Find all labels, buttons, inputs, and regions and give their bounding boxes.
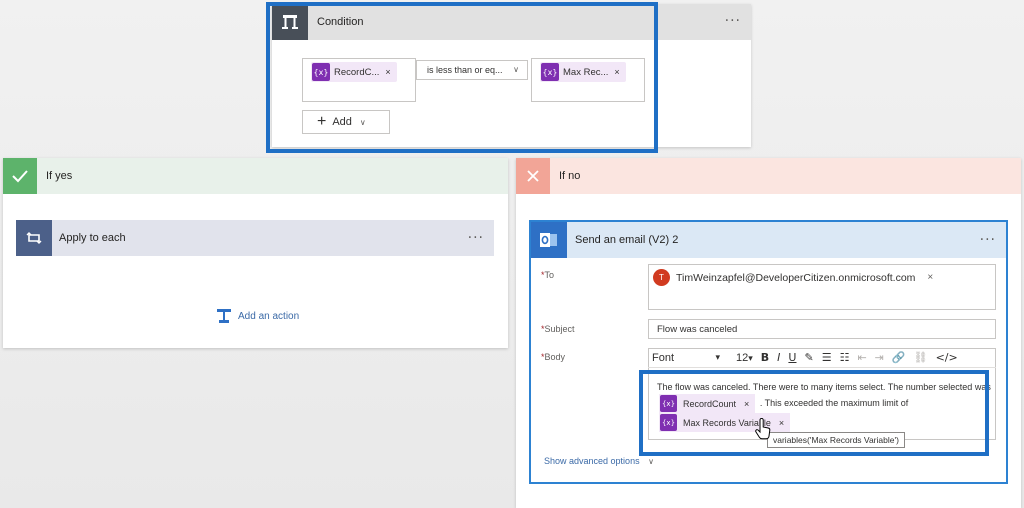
right-operand-field[interactable]: {x} Max Rec... × [531,58,645,102]
send-email-more-button[interactable]: ··· [980,233,996,247]
to-field[interactable]: T TimWeinzapfel@DeveloperCitizen.onmicro… [648,264,996,310]
body-label: *Body [541,352,566,362]
operator-value: is less than or eq... [427,65,503,75]
show-advanced-options-link[interactable]: Show advanced options ∨ [544,456,654,466]
underline-button[interactable]: U [788,351,796,364]
expression-icon: {x} [312,63,330,81]
add-action-link[interactable]: Add an action [215,308,299,324]
expression-icon: {x} [660,414,677,431]
recipient-remove-button[interactable]: × [927,272,933,283]
numbered-list-icon[interactable]: ☷ [840,351,850,364]
token-record-count[interactable]: {x} RecordC... × [311,62,397,82]
if-no-title: If no [559,170,581,182]
chevron-down-icon: ∨ [648,457,654,466]
if-no-header[interactable]: If no [516,158,1021,194]
apply-to-each-more-button[interactable]: ··· [468,231,484,245]
token-remove-button[interactable]: × [744,397,749,411]
unlink-icon[interactable]: ⛓ [914,351,928,364]
add-condition-button[interactable]: + Add ∨ [302,110,390,134]
pen-icon[interactable]: ✎ [804,351,813,364]
code-view-icon[interactable]: </> [936,351,958,364]
chevron-down-icon: ∨ [513,65,519,74]
indent-icon[interactable]: ⇥ [875,351,884,364]
loop-icon [16,220,52,256]
expression-icon: {x} [660,395,677,412]
plus-icon: + [317,113,327,130]
show-advanced-label: Show advanced options [544,456,640,466]
font-size-dropdown[interactable]: 12▾ [736,352,753,364]
if-yes-header[interactable]: If yes [3,158,508,194]
subject-label: *Subject [541,324,575,334]
hand-cursor-icon [755,418,771,440]
bullet-list-icon[interactable]: ☰ [822,351,832,364]
token-max-records[interactable]: {x} Max Rec... × [540,62,626,82]
body-text-1: The flow was canceled. There were to man… [657,382,991,392]
send-email-title: Send an email (V2) 2 [575,234,679,246]
check-icon [3,158,37,194]
token-label: RecordC... [334,66,380,78]
rich-text-toolbar: Font ▾ 12▾ B I U ✎ ☰ ☷ ⇤ ⇥ 🔗 ⛓ </> [648,348,996,368]
left-operand-field[interactable]: {x} RecordC... × [302,58,416,102]
token-remove-button[interactable]: × [614,67,619,77]
add-action-icon [217,309,231,323]
apply-to-each-title: Apply to each [59,232,126,244]
token-record-count[interactable]: {x} RecordCount × [659,394,756,413]
body-content[interactable]: The flow was canceled. There were to man… [657,380,997,432]
link-icon[interactable]: 🔗 [892,351,906,364]
recipient-chip[interactable]: T TimWeinzapfel@DeveloperCitizen.onmicro… [653,269,933,286]
token-label: Max Rec... [563,66,609,78]
if-yes-branch: If yes Apply to each ··· Add an action [3,158,508,348]
chevron-down-icon: ∨ [359,117,366,127]
condition-more-button[interactable]: ··· [725,14,741,28]
condition-card[interactable]: Condition ··· {x} RecordC... × is less t… [272,4,751,147]
outlook-icon [531,222,567,258]
x-icon [516,158,550,194]
bold-button[interactable]: B [761,351,769,364]
token-remove-button[interactable]: × [779,416,784,430]
subject-field[interactable]: Flow was canceled [648,319,996,339]
add-label: Add [332,116,352,128]
avatar: T [653,269,670,286]
add-action-label: Add an action [238,310,300,322]
condition-icon [272,4,308,40]
token-remove-button[interactable]: × [385,67,390,77]
send-email-header[interactable]: Send an email (V2) 2 ··· [531,222,1006,258]
font-dropdown[interactable]: Font ▾ [648,352,726,364]
operator-dropdown[interactable]: is less than or eq... ∨ [416,60,528,80]
outdent-icon[interactable]: ⇤ [857,351,866,364]
recipient-email: TimWeinzapfel@DeveloperCitizen.onmicroso… [676,271,916,284]
token-tooltip: variables('Max Records Variable') [767,432,905,448]
italic-button[interactable]: I [777,351,780,364]
condition-title: Condition [317,16,364,28]
if-yes-title: If yes [46,170,73,182]
to-label: *To [541,270,555,280]
apply-to-each-card[interactable]: Apply to each ··· [16,220,494,256]
subject-value: Flow was canceled [657,323,738,335]
body-text-2: . This exceeded the maximum limit of [759,397,909,408]
expression-icon: {x} [541,63,559,81]
condition-header[interactable]: Condition ··· [272,4,751,40]
